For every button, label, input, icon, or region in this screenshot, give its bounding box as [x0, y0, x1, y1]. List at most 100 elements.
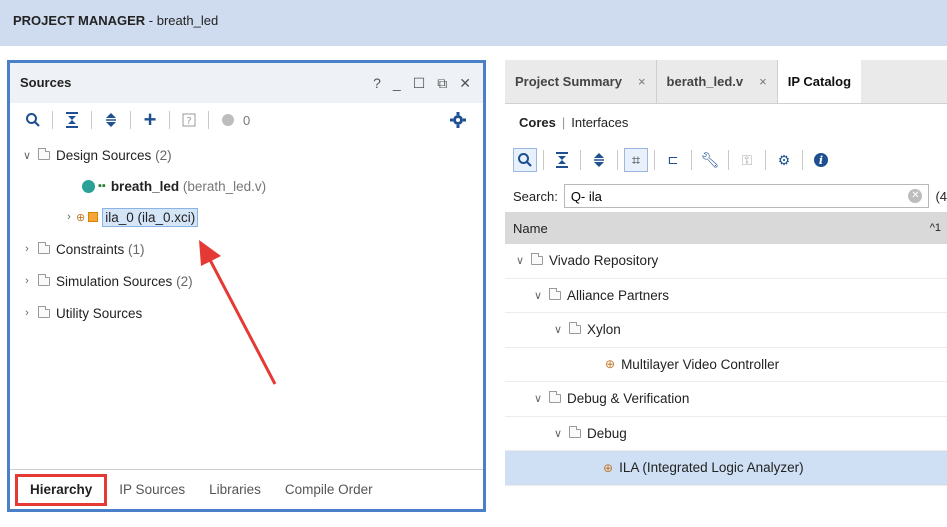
- tab-berath-led[interactable]: berath_led.v ×: [657, 60, 778, 103]
- top-module-icon: [82, 179, 95, 193]
- toolbar-divider: [543, 150, 544, 170]
- close-icon[interactable]: ✕: [459, 75, 471, 92]
- ip-catalog-panel: Project Summary × berath_led.v × IP Cata…: [505, 60, 947, 527]
- status-count: 0: [243, 112, 251, 128]
- catalog-item-label: Debug: [587, 425, 627, 441]
- subnav-separator: |: [561, 114, 566, 130]
- chevron-right-icon[interactable]: ›: [20, 307, 34, 319]
- search-icon[interactable]: [513, 148, 537, 172]
- utility-label: Utility Sources: [56, 305, 143, 321]
- add-sources-icon[interactable]: +: [139, 107, 161, 132]
- chevron-down-icon[interactable]: ∨: [551, 427, 565, 440]
- toolbar-divider: [208, 111, 209, 129]
- ip-core-icon: ⊕: [603, 460, 614, 475]
- search-input[interactable]: [570, 188, 909, 204]
- annotation-arrow: [199, 240, 277, 385]
- tab-label: Project Summary: [515, 74, 622, 89]
- tab-interfaces[interactable]: Interfaces: [571, 115, 628, 130]
- toolbar-divider: [580, 150, 581, 170]
- toolbar-divider: [91, 111, 92, 129]
- search-input-box[interactable]: ✕: [563, 184, 930, 208]
- chevron-down-icon[interactable]: ∨: [20, 149, 34, 162]
- wrench-icon[interactable]: 🔧︎: [698, 148, 722, 172]
- title-project: - breath_led: [145, 13, 219, 28]
- close-icon[interactable]: ×: [638, 74, 646, 89]
- expand-all-icon[interactable]: [100, 109, 122, 131]
- folder-icon: [549, 391, 561, 404]
- collapse-all-icon[interactable]: [550, 148, 574, 172]
- tree-item-design-sources[interactable]: ∨ Design Sources (2): [10, 139, 483, 171]
- folder-icon: [38, 305, 50, 318]
- float-icon[interactable]: ⧉: [437, 75, 447, 92]
- svg-text:i: i: [819, 154, 823, 167]
- sort-indicator: ^1: [929, 222, 941, 234]
- constraints-count: (1): [128, 241, 145, 257]
- catalog-item-label: Multilayer Video Controller: [621, 356, 780, 372]
- ila-label[interactable]: ila_0 (ila_0.xci): [102, 207, 199, 227]
- tab-cores[interactable]: Cores: [519, 115, 556, 130]
- catalog-tree: ∨ Vivado Repository ∨ Alliance Partners …: [505, 244, 947, 486]
- info-icon[interactable]: i: [809, 148, 833, 172]
- catalog-item-multilayer-video-controller[interactable]: ⊕ Multilayer Video Controller: [505, 348, 947, 382]
- tab-label: IP Catalog: [787, 74, 852, 89]
- catalog-item-label: Alliance Partners: [567, 287, 670, 303]
- help-icon[interactable]: ?: [373, 75, 381, 92]
- catalog-item-label: Debug & Verification: [567, 391, 690, 407]
- collapse-all-icon[interactable]: [61, 109, 83, 131]
- chip-icon[interactable]: ⚙: [772, 148, 796, 172]
- tree-item-ila[interactable]: › ⊕ ila_0 (ila_0.xci): [10, 201, 483, 233]
- catalog-item-debug-verification[interactable]: ∨ Debug & Verification: [505, 382, 947, 417]
- chevron-down-icon[interactable]: ∨: [551, 323, 565, 336]
- close-icon[interactable]: ×: [759, 74, 767, 89]
- module-file: (berath_led.v): [182, 178, 267, 194]
- sources-view-tabs: Hierarchy IP Sources Libraries Compile O…: [10, 469, 483, 509]
- filter-chip-icon[interactable]: ⌗: [624, 148, 648, 172]
- properties-icon[interactable]: ?: [178, 109, 200, 131]
- tab-hierarchy[interactable]: Hierarchy: [15, 473, 108, 506]
- chevron-down-icon[interactable]: ∨: [513, 254, 527, 267]
- toolbar-divider: [802, 150, 803, 170]
- column-name[interactable]: Name: [513, 221, 548, 236]
- chevron-right-icon[interactable]: ›: [20, 243, 34, 255]
- toolbar-divider: [130, 111, 131, 129]
- folder-icon: [569, 425, 581, 438]
- catalog-item-label: Xylon: [587, 322, 621, 338]
- catalog-search-row: Search: ✕ (4: [505, 180, 947, 212]
- design-sources-count: (2): [155, 147, 172, 163]
- project-manager-title-bar: PROJECT MANAGER - breath_led: [0, 0, 947, 46]
- tab-label: berath_led.v: [666, 74, 744, 89]
- chevron-down-icon[interactable]: ∨: [531, 289, 545, 302]
- tab-compile-order[interactable]: Compile Order: [273, 482, 385, 497]
- tab-ip-sources[interactable]: IP Sources: [107, 482, 197, 497]
- tab-libraries[interactable]: Libraries: [197, 482, 273, 497]
- maximize-icon[interactable]: ☐: [413, 75, 426, 92]
- title-bold: PROJECT MANAGER: [13, 13, 146, 28]
- key-icon[interactable]: ⚿: [735, 148, 759, 172]
- minimize-icon[interactable]: _: [393, 75, 401, 92]
- gear-icon[interactable]: [447, 109, 469, 131]
- folder-icon: [531, 253, 543, 266]
- chevron-down-icon[interactable]: ∨: [531, 392, 545, 405]
- sources-header: Sources ? _ ☐ ⧉ ✕: [10, 63, 483, 103]
- search-icon[interactable]: [22, 109, 44, 131]
- tab-ip-catalog[interactable]: IP Catalog: [777, 60, 862, 103]
- tab-project-summary[interactable]: Project Summary ×: [505, 60, 657, 103]
- catalog-item-alliance-partners[interactable]: ∨ Alliance Partners: [505, 279, 947, 313]
- chevron-right-icon[interactable]: ›: [20, 275, 34, 287]
- sources-title: Sources: [20, 75, 72, 90]
- catalog-item-vivado-repository[interactable]: ∨ Vivado Repository: [505, 244, 947, 279]
- chevron-right-icon[interactable]: ›: [62, 211, 76, 223]
- expand-all-icon[interactable]: [587, 148, 611, 172]
- design-sources-label: Design Sources: [56, 147, 152, 163]
- clear-search-icon[interactable]: ✕: [908, 189, 923, 203]
- catalog-item-ila[interactable]: ⊕ ILA (Integrated Logic Analyzer): [505, 451, 947, 486]
- tree-item-breath-led[interactable]: ▪▪ breath_led (berath_led.v): [10, 171, 483, 201]
- interface-icon[interactable]: ⊏: [661, 148, 685, 172]
- catalog-column-header[interactable]: Name ^1: [505, 212, 947, 244]
- module-name: breath_led: [110, 178, 180, 194]
- hierarchy-icon: ▪▪: [98, 180, 106, 192]
- catalog-item-xylon[interactable]: ∨ Xylon: [505, 313, 947, 348]
- ip-core-icon: ⊕: [76, 211, 86, 224]
- catalog-item-debug[interactable]: ∨ Debug: [505, 417, 947, 451]
- folder-icon: [569, 322, 581, 335]
